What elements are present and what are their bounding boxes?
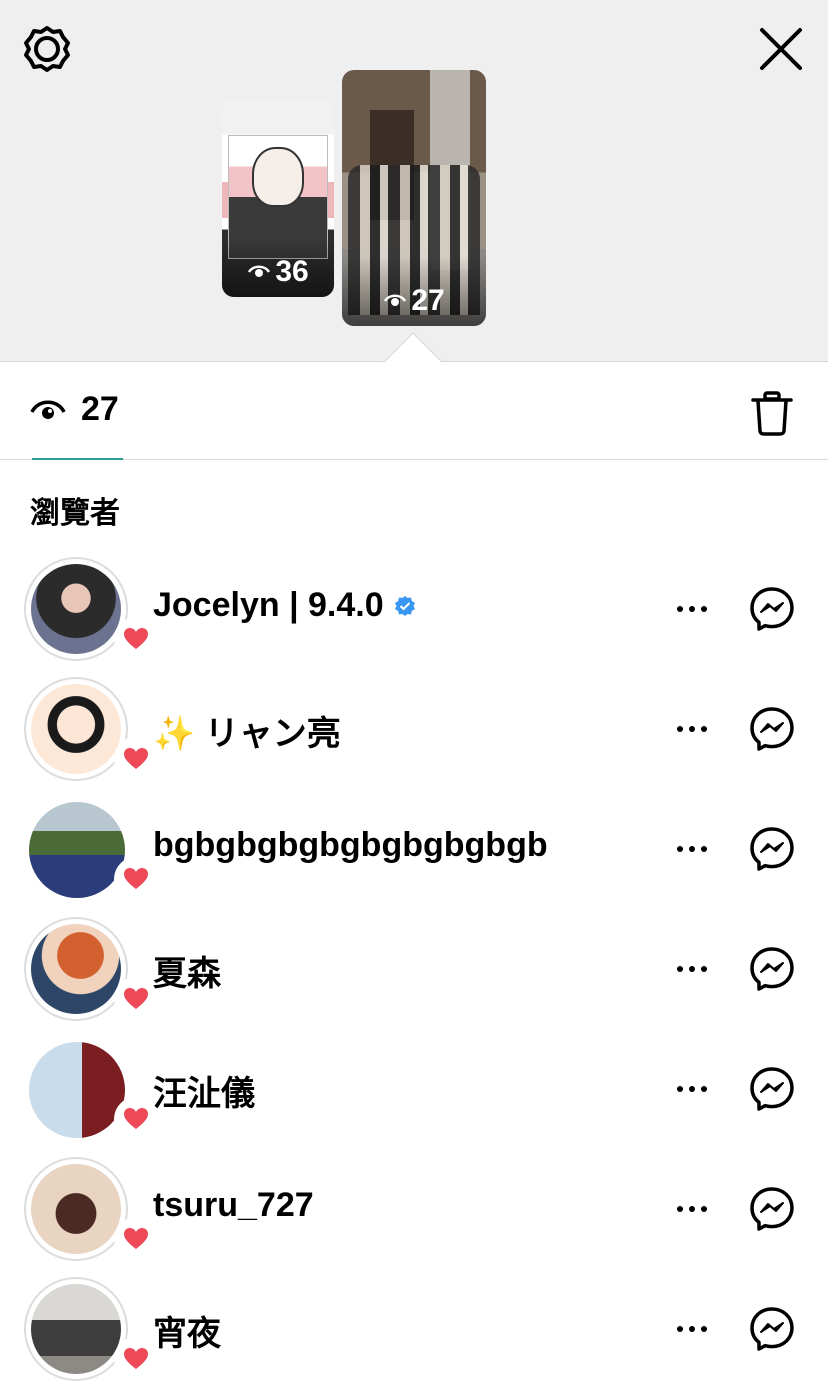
view-count: 27 — [81, 390, 119, 428]
avatar[interactable] — [24, 557, 158, 661]
viewer-row[interactable]: 宵夜 — [0, 1277, 828, 1385]
messenger-icon[interactable] — [748, 1185, 796, 1233]
messenger-icon[interactable] — [748, 705, 796, 753]
verified-icon — [394, 595, 415, 616]
story-strip: 36 27 — [0, 0, 828, 362]
heart-icon — [114, 1337, 158, 1381]
more-icon[interactable] — [674, 955, 710, 983]
viewers-heading: 瀏覽者 — [30, 497, 120, 530]
active-tab-underline — [32, 458, 123, 460]
viewer-row[interactable]: tsuru_727 — [0, 1157, 828, 1277]
more-icon[interactable] — [674, 1315, 710, 1343]
viewer-row[interactable]: ✨ リャン亮 — [0, 677, 828, 797]
story-illustration-face — [252, 147, 304, 207]
eye-icon — [248, 265, 271, 277]
avatar[interactable] — [24, 797, 158, 901]
eye-icon[interactable] — [30, 396, 66, 424]
messenger-icon[interactable] — [748, 585, 796, 633]
avatar[interactable] — [24, 917, 158, 1021]
trash-icon[interactable] — [750, 390, 794, 436]
heart-icon — [114, 857, 158, 901]
eye-icon — [384, 294, 407, 306]
viewer-name[interactable]: bgbgbgbgbgbgbgbgbgb — [153, 826, 548, 865]
messenger-icon[interactable] — [748, 1305, 796, 1353]
avatar[interactable] — [24, 1277, 158, 1381]
viewer-row[interactable]: bgbgbgbgbgbgbgbgbgb — [0, 797, 828, 917]
viewer-name[interactable]: ✨ リャン亮 — [153, 706, 341, 755]
close-icon[interactable] — [754, 22, 808, 76]
story-thumbnail-2[interactable]: 27 — [342, 70, 486, 326]
story-view-count: 27 — [342, 284, 486, 318]
viewer-row[interactable]: 夏森 — [0, 917, 828, 1037]
messenger-icon[interactable] — [748, 825, 796, 873]
viewer-row[interactable]: Jocelyn | 9.4.0 — [0, 557, 828, 677]
avatar[interactable] — [24, 1037, 158, 1141]
heart-icon — [114, 977, 158, 1021]
viewer-name[interactable]: 夏森 — [153, 946, 221, 995]
heart-icon — [114, 1217, 158, 1261]
viewer-name[interactable]: Jocelyn | 9.4.0 — [153, 586, 416, 625]
story-view-count: 36 — [222, 255, 334, 289]
views-summary-bar: 27 — [0, 362, 828, 460]
more-icon[interactable] — [674, 715, 710, 743]
avatar[interactable] — [24, 677, 158, 781]
more-icon[interactable] — [674, 595, 710, 623]
heart-icon — [114, 617, 158, 661]
gear-icon[interactable] — [22, 24, 72, 74]
messenger-icon[interactable] — [748, 945, 796, 993]
story-thumbnail-1[interactable]: 36 — [222, 99, 334, 297]
viewer-name[interactable]: 宵夜 — [153, 1306, 221, 1355]
avatar[interactable] — [24, 1157, 158, 1261]
more-icon[interactable] — [674, 1075, 710, 1103]
viewer-name[interactable]: tsuru_727 — [153, 1186, 314, 1225]
more-icon[interactable] — [674, 1195, 710, 1223]
messenger-icon[interactable] — [748, 1065, 796, 1113]
more-icon[interactable] — [674, 835, 710, 863]
heart-icon — [114, 1097, 158, 1141]
viewer-row[interactable]: 汪沚儀 — [0, 1037, 828, 1157]
heart-icon — [114, 737, 158, 781]
viewer-name[interactable]: 汪沚儀 — [153, 1066, 255, 1115]
